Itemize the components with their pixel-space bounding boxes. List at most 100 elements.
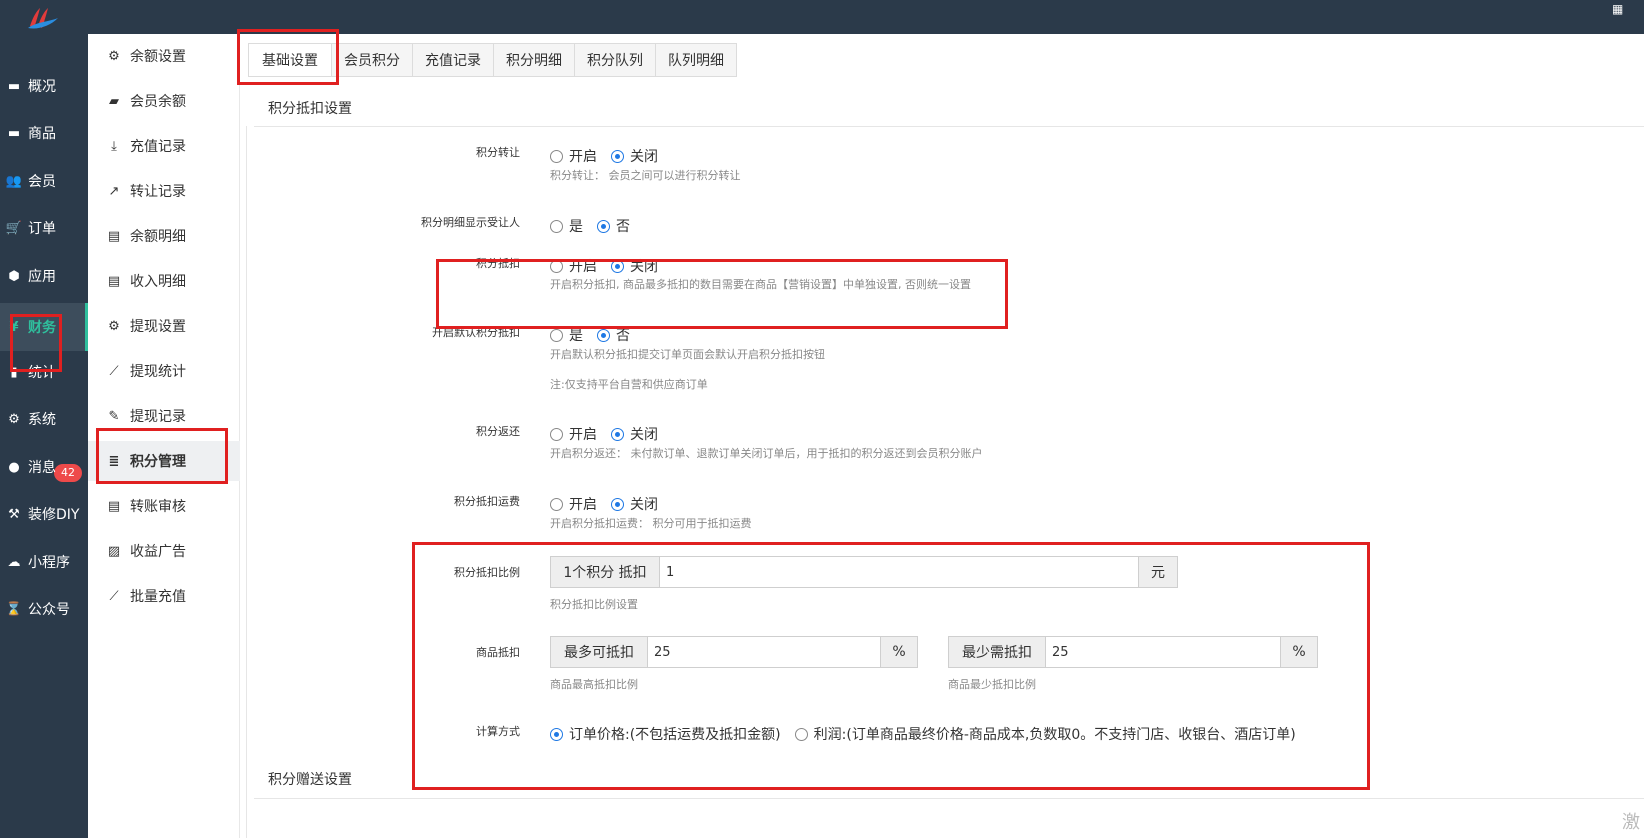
subnav-item-label: 批量充值 (130, 589, 186, 605)
default-deduct-note: 注:仅支持平台自营和供应商订单 (550, 378, 708, 391)
goods-max-input-group: 最多可抵扣 25 % (550, 636, 918, 668)
nav-item-apps[interactable]: ⬢ 应用 (0, 256, 88, 296)
goods-min-input[interactable]: 25 (1045, 637, 1281, 667)
tab-member-points[interactable]: 会员积分 (332, 43, 413, 77)
file-icon: ▤ (107, 273, 121, 289)
tab-basic-settings[interactable]: 基础设置 (248, 43, 332, 77)
nav-item-official-account[interactable]: ⌛ 公众号 (0, 589, 88, 629)
subnav-item-balance-settings[interactable]: ⚙ 余额设置 (88, 36, 240, 76)
grid-icon[interactable]: ▦ (1612, 2, 1636, 18)
nav-item-label: 订单 (28, 221, 56, 237)
subnav-item-batch-recharge[interactable]: ⟋ 批量充值 (88, 576, 240, 616)
calc-order-price-radio[interactable]: 订单价格:(不包括运费及抵扣金额) (550, 724, 781, 744)
subnav-item-label: 余额设置 (130, 49, 186, 65)
tab-points-detail[interactable]: 积分明细 (494, 43, 575, 77)
subnav-item-label: 会员余额 (130, 94, 186, 110)
nav-item-label: 商品 (28, 126, 56, 142)
subnav-item-balance-detail[interactable]: ▤ 余额明细 (88, 216, 240, 256)
subnav-item-member-balance[interactable]: ▰ 会员余额 (88, 81, 240, 121)
subnav-item-transfer-review[interactable]: ▤ 转账审核 (88, 486, 240, 526)
subnav-item-withdraw-settings[interactable]: ⚙ 提现设置 (88, 306, 240, 346)
subnav-item-withdraw-stats[interactable]: ⟋ 提现统计 (88, 351, 240, 391)
section-title-deduction: 积分抵扣设置 (268, 101, 352, 117)
gavel-icon: ⚒ (8, 506, 20, 522)
deduct-label: 积分抵扣 (476, 257, 520, 270)
goods-max-input[interactable]: 25 (647, 637, 881, 667)
brand-logo-icon[interactable] (26, 6, 60, 32)
deduct-off-radio[interactable]: 关闭 (611, 256, 658, 276)
nav-item-overview[interactable]: ▬ 概况 (0, 66, 88, 106)
option-label: 开启 (569, 497, 597, 513)
tab-bar: 基础设置 会员积分 充值记录 积分明细 积分队列 队列明细 (248, 43, 737, 77)
show-receiver-label: 积分明细显示受让人 (421, 216, 520, 229)
nav-item-finance[interactable]: ¥ 财务 (0, 303, 88, 351)
external-link-icon: ↗ (108, 183, 120, 199)
option-label: 是 (569, 219, 583, 235)
nav-item-label: 公众号 (28, 602, 70, 618)
subnav-item-label: 提现记录 (130, 409, 186, 425)
gear-icon: ⚙ (108, 318, 120, 334)
show-receiver-no-radio[interactable]: 否 (597, 216, 630, 236)
freight-on-radio[interactable]: 开启 (550, 494, 597, 514)
calc-method-label: 计算方式 (476, 725, 520, 738)
nav-item-label: 小程序 (28, 555, 70, 571)
nav-item-diy[interactable]: ⚒ 装修DIY (0, 494, 88, 534)
transfer-label: 积分转让 (476, 146, 520, 159)
default-deduct-radio-group: 是 否 (550, 325, 644, 345)
left-nav: ▬ 概况 ▬ 商品 👥 会员 🛒 订单 ⬢ 应用 ¥ 财务 ▮ 统计 ⚙ 系统 42 ● 消息 ⚒… (0, 34, 88, 838)
ratio-suffix: 元 (1139, 557, 1177, 587)
cubes-icon: ⬢ (8, 268, 20, 284)
nav-item-system[interactable]: ⚙ 系统 (0, 399, 88, 439)
section-title-gift: 积分赠送设置 (268, 772, 352, 788)
refund-off-radio[interactable]: 关闭 (611, 424, 658, 444)
file-icon: ▤ (107, 498, 121, 514)
calc-profit-radio[interactable]: 利润:(订单商品最终价格-商品成本,负数取0。不支持门店、收银台、酒店订单) (794, 724, 1296, 744)
tab-recharge-records[interactable]: 充值记录 (413, 43, 494, 77)
nav-item-miniapp[interactable]: ☁ 小程序 (0, 542, 88, 582)
subnav-item-transfer-records[interactable]: ↗ 转让记录 (88, 171, 240, 211)
nav-item-members[interactable]: 👥 会员 (0, 161, 88, 201)
freight-label: 积分抵扣运费 (454, 495, 520, 508)
ratio-input[interactable]: 1 (659, 557, 1139, 587)
refund-label: 积分返还 (476, 425, 520, 438)
users-icon: 👥 (5, 173, 23, 189)
option-label: 关闭 (630, 427, 658, 443)
subnav-item-label: 余额明细 (130, 229, 186, 245)
tab-queue-detail[interactable]: 队列明细 (656, 43, 737, 77)
nav-item-label: 装修DIY (28, 507, 80, 523)
subnav-item-label: 收入明细 (130, 274, 186, 290)
pencil-icon: ✎ (108, 408, 120, 424)
subnav-item-revenue-ads[interactable]: ▨ 收益广告 (88, 531, 240, 571)
subnav-item-label: 提现设置 (130, 319, 186, 335)
transfer-on-radio[interactable]: 开启 (550, 146, 597, 166)
ratio-label: 积分抵扣比例 (454, 566, 520, 579)
default-deduct-no-radio[interactable]: 否 (597, 325, 630, 345)
nav-item-messages[interactable]: ● 消息 (0, 447, 88, 487)
option-label: 开启 (569, 427, 597, 443)
deduct-on-radio[interactable]: 开启 (550, 256, 597, 276)
divider (254, 798, 1644, 799)
option-label: 开启 (569, 149, 597, 165)
option-label: 否 (616, 328, 630, 344)
subnav-item-income-detail[interactable]: ▤ 收入明细 (88, 261, 240, 301)
tab-points-queue[interactable]: 积分队列 (575, 43, 656, 77)
option-label: 是 (569, 328, 583, 344)
default-deduct-yes-radio[interactable]: 是 (550, 325, 583, 345)
subnav-item-label: 积分管理 (130, 454, 186, 470)
transfer-off-radio[interactable]: 关闭 (611, 146, 658, 166)
database-icon: ≣ (108, 453, 120, 469)
nav-item-statistics[interactable]: ▮ 统计 (0, 352, 88, 392)
top-bar: ▦ (0, 0, 1644, 34)
ratio-hint: 积分抵扣比例设置 (550, 598, 638, 611)
subnav-item-label: 转让记录 (130, 184, 186, 200)
show-receiver-yes-radio[interactable]: 是 (550, 216, 583, 236)
subnav-item-points-management[interactable]: ≣ 积分管理 (88, 441, 240, 481)
nav-item-goods[interactable]: ▬ 商品 (0, 113, 88, 153)
subnav-item-recharge-records[interactable]: ⤓ 充值记录 (88, 126, 240, 166)
refund-on-radio[interactable]: 开启 (550, 424, 597, 444)
default-deduct-hint: 开启默认积分抵扣提交订单页面会默认开启积分抵扣按钮 (550, 348, 825, 361)
nav-item-orders[interactable]: 🛒 订单 (0, 208, 88, 248)
freight-off-radio[interactable]: 关闭 (611, 494, 658, 514)
subnav-item-withdraw-records[interactable]: ✎ 提现记录 (88, 396, 240, 436)
deduct-hint: 开启积分抵扣, 商品最多抵扣的数目需要在商品【营销设置】中单独设置, 否则统一设… (550, 278, 971, 291)
